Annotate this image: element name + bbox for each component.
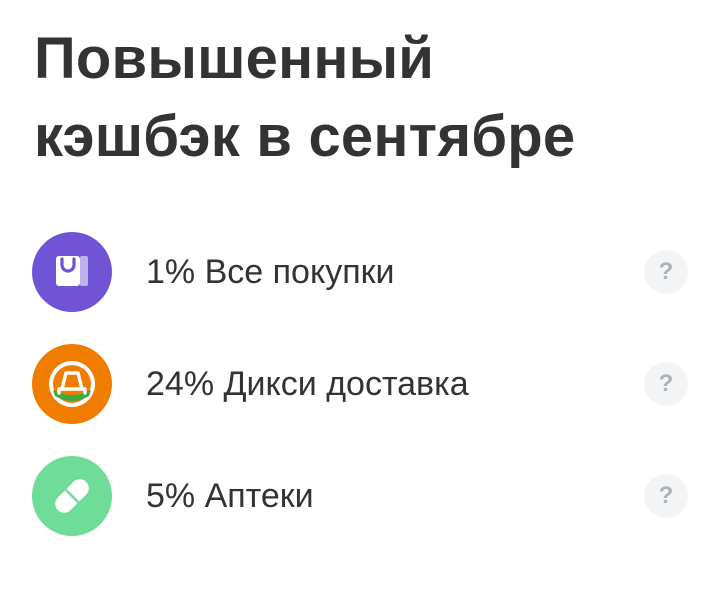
dixy-logo-icon xyxy=(32,344,112,424)
question-icon: ? xyxy=(658,258,674,285)
question-icon: ? xyxy=(658,482,674,509)
page-title-line1: Повышенный xyxy=(34,26,435,91)
cashback-item-label: 24% Дикси доставка xyxy=(146,364,469,403)
help-button[interactable]: ? xyxy=(644,362,688,406)
page-title: Повышенный кэшбэк в сентябре xyxy=(34,20,575,176)
cashback-item-all-purchases[interactable]: 1% Все покупки ? xyxy=(32,232,692,312)
help-button[interactable]: ? xyxy=(644,250,688,294)
pill-icon xyxy=(32,456,112,536)
help-button[interactable]: ? xyxy=(644,474,688,518)
cashback-item-pharmacies[interactable]: 5% Аптеки ? xyxy=(32,456,692,536)
cashback-screen: Повышенный кэшбэк в сентябре 1% Все поку… xyxy=(0,0,720,595)
cashback-item-label: 5% Аптеки xyxy=(146,476,314,515)
cashback-item-label: 1% Все покупки xyxy=(146,252,395,291)
cashback-item-dixy-delivery[interactable]: 24% Дикси доставка ? xyxy=(32,344,692,424)
page-title-line2: кэшбэк в сентябре xyxy=(34,104,576,169)
question-icon: ? xyxy=(658,370,674,397)
shopping-bag-icon xyxy=(32,232,112,312)
